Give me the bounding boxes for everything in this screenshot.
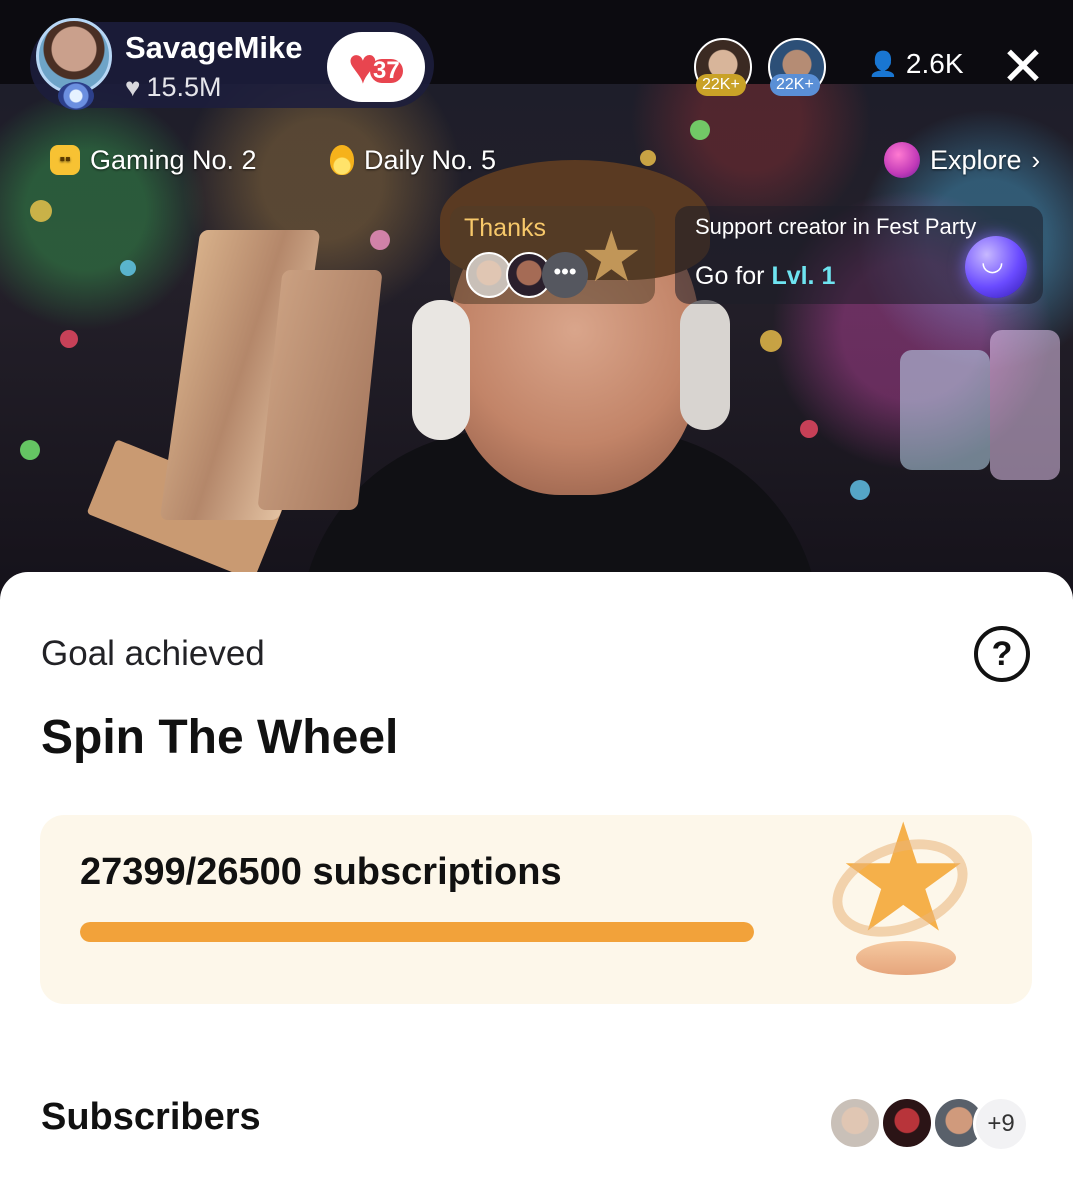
viewer-count[interactable]: 👤 2.6K xyxy=(868,48,964,80)
bokeh-light xyxy=(60,330,78,348)
star-icon: ★ xyxy=(580,218,643,296)
planet-icon xyxy=(884,142,920,178)
bokeh-light xyxy=(850,480,870,500)
goal-sheet: Goal achieved ? Spin The Wheel 27399/265… xyxy=(0,572,1073,1200)
creator-name[interactable]: SavageMike xyxy=(125,30,303,66)
fest-orb-icon: ◡ xyxy=(965,236,1027,298)
bokeh-light xyxy=(370,230,390,250)
subscribers-label: Subscribers xyxy=(41,1096,261,1138)
goal-progress-fill xyxy=(80,922,754,942)
goal-progress-card: 27399/26500 subscriptions ★ xyxy=(40,803,1032,1004)
subscriber-avatar[interactable] xyxy=(828,1096,882,1150)
live-video[interactable]: SavageMike ♥ 15.5M ♥ 37 22K+ 22K+ 👤 2.6K… xyxy=(0,0,1073,600)
close-button[interactable]: ✕ xyxy=(996,40,1050,94)
creator-level-badge[interactable]: ♥ 37 xyxy=(327,32,425,102)
bokeh-light xyxy=(800,420,818,438)
thanks-title: Thanks xyxy=(464,214,546,242)
fest-cta-prefix: Go for xyxy=(695,262,765,290)
fest-cta-level: Lvl. 1 xyxy=(771,262,836,290)
rank-chip-daily[interactable]: Daily No. 5 xyxy=(330,140,496,180)
fest-party-card[interactable]: Support creator in Fest Party Go for Lvl… xyxy=(675,206,1043,304)
creator-likes: ♥ 15.5M xyxy=(125,72,221,103)
goal-status: Goal achieved xyxy=(41,634,265,673)
more-subscribers[interactable]: +9 xyxy=(973,1096,1029,1152)
gamepad-icon: ▪▪ xyxy=(50,145,80,175)
explore-link[interactable]: Explore › xyxy=(884,140,1040,180)
top-viewer-badge: 22K+ xyxy=(696,74,746,96)
person-icon: 👤 xyxy=(868,50,898,78)
goal-title: Spin The Wheel xyxy=(41,711,399,764)
bokeh-light xyxy=(120,260,136,276)
creator-likes-count: 15.5M xyxy=(146,72,222,102)
thanks-card[interactable]: ★ Thanks ••• xyxy=(450,206,655,304)
bokeh-light xyxy=(760,330,782,352)
more-thanked: ••• xyxy=(542,252,588,298)
fest-title: Support creator in Fest Party xyxy=(695,214,977,239)
top-viewer-badge: 22K+ xyxy=(770,74,820,96)
subscriber-avatar[interactable] xyxy=(880,1096,934,1150)
level-number: 37 xyxy=(370,59,403,83)
chevron-right-icon: › xyxy=(1031,144,1041,175)
bokeh-light xyxy=(30,200,52,222)
viewer-count-value: 2.6K xyxy=(905,48,964,79)
bokeh-light xyxy=(900,350,990,470)
goal-progress-bar xyxy=(80,922,754,942)
bokeh-light xyxy=(690,120,710,140)
close-icon: ✕ xyxy=(1000,37,1046,97)
star-trophy-icon: ★ xyxy=(810,803,982,983)
rank-label: Daily No. 5 xyxy=(364,144,497,175)
rank-label: Gaming No. 2 xyxy=(90,144,257,175)
goal-count: 27399/26500 subscriptions xyxy=(80,851,562,893)
fest-cta: Go for Lvl. 1 xyxy=(695,262,835,291)
headphone-left xyxy=(412,300,470,440)
explore-label: Explore xyxy=(930,144,1022,175)
rank-chip-gaming[interactable]: ▪▪ Gaming No. 2 xyxy=(50,140,257,180)
bokeh-light xyxy=(640,150,656,166)
help-button[interactable]: ? xyxy=(974,626,1030,682)
bokeh-light xyxy=(990,330,1060,480)
creator-badge-icon xyxy=(58,82,94,110)
flame-icon xyxy=(330,145,354,175)
level-heart-icon: ♥ 37 xyxy=(348,41,404,91)
heart-icon: ♥ xyxy=(125,72,141,102)
bokeh-light xyxy=(20,440,40,460)
headphone-right xyxy=(680,300,730,430)
question-icon: ? xyxy=(991,634,1013,673)
